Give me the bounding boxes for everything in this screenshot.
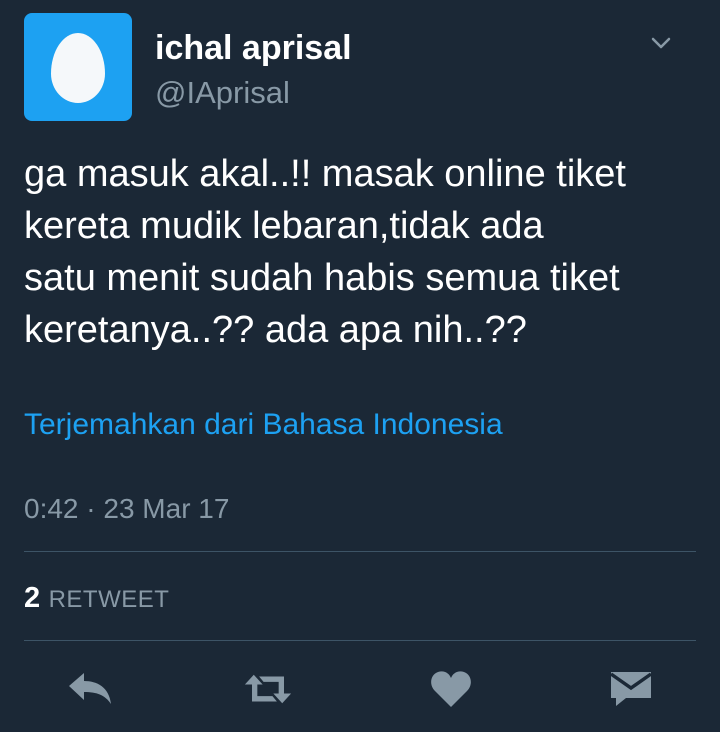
divider bbox=[24, 640, 696, 641]
tweet-timestamp: 0:42 · 23 Mar 17 bbox=[24, 493, 230, 524]
reply-button[interactable] bbox=[66, 668, 114, 710]
retweet-button[interactable] bbox=[244, 668, 292, 710]
direct-message-button[interactable] bbox=[607, 668, 655, 710]
author-display-name[interactable]: ichal aprisal bbox=[155, 28, 352, 68]
translate-link[interactable]: Terjemahkan dari Bahasa Indonesia bbox=[24, 405, 503, 445]
reply-icon bbox=[69, 673, 111, 704]
retweet-label: RETWEET bbox=[48, 586, 170, 613]
chevron-down-icon[interactable] bbox=[648, 30, 674, 56]
message-icon bbox=[609, 672, 653, 706]
retweet-count: 2 bbox=[24, 582, 41, 614]
tweet-text: ga masuk akal..!! masak online tiket ker… bbox=[24, 153, 626, 351]
author-handle[interactable]: @IAprisal bbox=[155, 75, 290, 111]
divider bbox=[24, 551, 696, 552]
heart-icon bbox=[431, 671, 471, 707]
like-button[interactable] bbox=[427, 668, 475, 710]
retweet-icon bbox=[244, 674, 292, 704]
egg-avatar-icon bbox=[51, 33, 105, 103]
avatar[interactable] bbox=[24, 13, 132, 121]
retweet-stats[interactable]: 2 RETWEET bbox=[24, 579, 169, 622]
